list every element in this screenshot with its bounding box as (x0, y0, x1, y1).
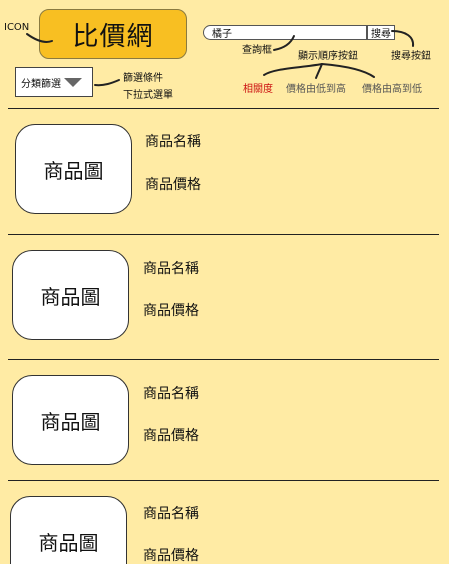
product-name[interactable]: 商品名稱 (143, 503, 199, 523)
sort-connector-left (263, 63, 323, 76)
product-card[interactable]: 商品圖 商品名稱 商品價格 (0, 112, 449, 232)
product-image[interactable]: 商品圖 (10, 496, 127, 564)
header-divider (8, 108, 439, 109)
product-name[interactable]: 商品名稱 (145, 131, 201, 151)
list-divider (8, 359, 439, 360)
product-image[interactable]: 商品圖 (15, 124, 132, 214)
sort-connector-right (321, 63, 375, 78)
product-card[interactable]: 商品圖 商品名稱 商品價格 (0, 363, 449, 483)
sort-connector-mid (315, 63, 323, 79)
product-price: 商品價格 (143, 428, 199, 444)
annotation-connectors (26, 30, 415, 87)
product-card[interactable]: 商品圖 商品名稱 商品價格 (0, 238, 449, 358)
search-input-connector (273, 35, 295, 51)
list-divider (8, 480, 439, 481)
search-button-connector (391, 30, 415, 47)
product-image[interactable]: 商品圖 (12, 250, 129, 340)
product-price: 商品價格 (143, 548, 199, 564)
product-name[interactable]: 商品名稱 (143, 383, 199, 403)
product-price: 商品價格 (143, 303, 199, 319)
product-card[interactable]: 商品圖 商品名稱 商品價格 (0, 484, 449, 564)
logo-connector (26, 33, 53, 43)
product-image[interactable]: 商品圖 (12, 375, 129, 465)
product-name[interactable]: 商品名稱 (143, 258, 199, 278)
filter-connector (94, 79, 120, 87)
list-divider (8, 234, 439, 235)
product-price: 商品價格 (145, 177, 201, 193)
